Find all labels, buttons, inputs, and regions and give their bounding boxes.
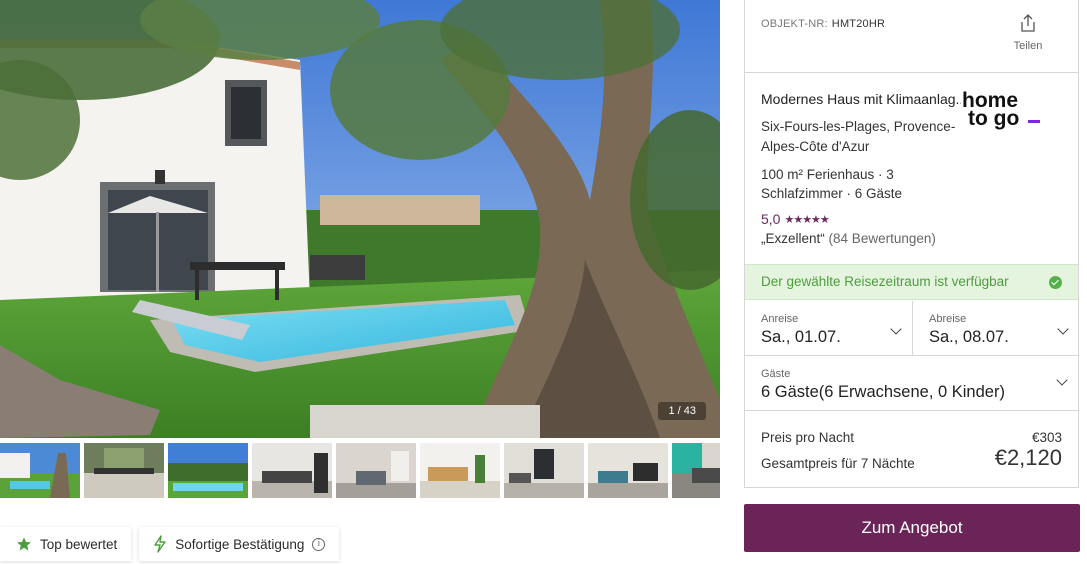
- instant-confirmation-label: Sofortige Bestätigung: [175, 536, 305, 552]
- listing-location: Six-Fours-les-Plages, Provence-Alpes-Côt…: [761, 119, 956, 154]
- rating-word: „Exzellent“: [761, 231, 825, 246]
- price-per-night-value: €303: [1031, 430, 1062, 445]
- chevron-down-icon: [1056, 374, 1068, 386]
- thumbnail-3[interactable]: [168, 443, 248, 498]
- feature-badges: Top bewertet Sofortige Bestätigung i: [0, 527, 340, 561]
- check-icon: [1049, 276, 1062, 289]
- arrival-value: Sa., 01.07.: [761, 328, 841, 346]
- price-per-night-label: Preis pro Nacht: [761, 430, 855, 445]
- review-count: (84 Bewertungen): [828, 231, 936, 246]
- thumbnail-9[interactable]: [672, 443, 720, 498]
- availability-text: Der gewählte Reisezeitraum ist verfügbar: [761, 274, 1009, 289]
- departure-value: Sa., 08.07.: [929, 328, 1009, 346]
- share-label: Teilen: [1013, 40, 1043, 52]
- booking-panel: OBJEKT-NR: HMT20HR Teilen Modernes Haus m…: [744, 0, 1079, 488]
- thumbnail-5[interactable]: [336, 443, 416, 498]
- thumbnail-1[interactable]: [0, 443, 80, 498]
- departure-label: Abreise: [929, 313, 967, 325]
- departure-date-field[interactable]: Abreise Sa., 08.07.: [913, 301, 1078, 355]
- share-button[interactable]: Teilen: [1008, 13, 1048, 52]
- thumbnail-strip: [0, 443, 720, 498]
- thumbnail-8[interactable]: [588, 443, 668, 498]
- review-summary[interactable]: „Exzellent“ (84 Bewertungen): [761, 231, 936, 246]
- divider: [745, 72, 1078, 73]
- guests-label: Gäste: [761, 368, 791, 380]
- thumbnail-4[interactable]: [252, 443, 332, 498]
- total-price-value: €2,120: [994, 445, 1062, 470]
- guests-field[interactable]: Gäste 6 Gäste(6 Erwachsene, 0 Kinder): [745, 356, 1078, 408]
- object-number-label: OBJEKT-NR:: [761, 18, 828, 30]
- guests-value: 6 Gäste(6 Erwachsene, 0 Kinder): [761, 383, 1005, 401]
- thumbnail-7[interactable]: [504, 443, 584, 498]
- rating: 5,0 ★★★★★: [761, 211, 830, 227]
- main-gallery-image[interactable]: 1 / 43: [0, 0, 720, 438]
- total-price-label: Gesamtpreis für 7 Nächte: [761, 456, 915, 471]
- arrival-date-field[interactable]: Anreise Sa., 01.07.: [745, 301, 912, 355]
- villa-photo: [0, 0, 720, 438]
- lightning-icon: [154, 535, 166, 553]
- chevron-down-icon: [890, 323, 902, 335]
- go-to-offer-button[interactable]: Zum Angebot: [744, 504, 1080, 552]
- thumbnail-2[interactable]: [84, 443, 164, 498]
- logo-line-2: to go: [968, 107, 1019, 130]
- listing-title[interactable]: Modernes Haus mit Klimaanlag...: [761, 91, 961, 107]
- divider: [745, 410, 1078, 411]
- arrival-label: Anreise: [761, 313, 799, 325]
- top-rated-label: Top bewertet: [40, 536, 118, 552]
- object-number-value: HMT20HR: [831, 18, 886, 30]
- rating-value: 5,0: [761, 211, 781, 227]
- listing-facts: 100 m² Ferienhaus · 3 Schlafzimmer · 6 G…: [761, 167, 903, 201]
- object-number: OBJEKT-NR: HMT20HR: [761, 18, 885, 30]
- thumbnail-6[interactable]: [420, 443, 500, 498]
- image-counter: 1 / 43: [658, 402, 706, 420]
- provider-logo: home to go: [962, 87, 1042, 131]
- availability-banner: Der gewählte Reisezeitraum ist verfügbar: [745, 264, 1078, 300]
- star-icon: [17, 537, 31, 551]
- instant-confirmation-badge: Sofortige Bestätigung i: [139, 527, 340, 561]
- rating-stars-icon: ★★★★★: [784, 212, 829, 226]
- top-rated-badge: Top bewertet: [0, 527, 132, 561]
- chevron-down-icon: [1057, 323, 1069, 335]
- info-icon[interactable]: i: [312, 537, 326, 551]
- share-icon: [1021, 14, 1035, 32]
